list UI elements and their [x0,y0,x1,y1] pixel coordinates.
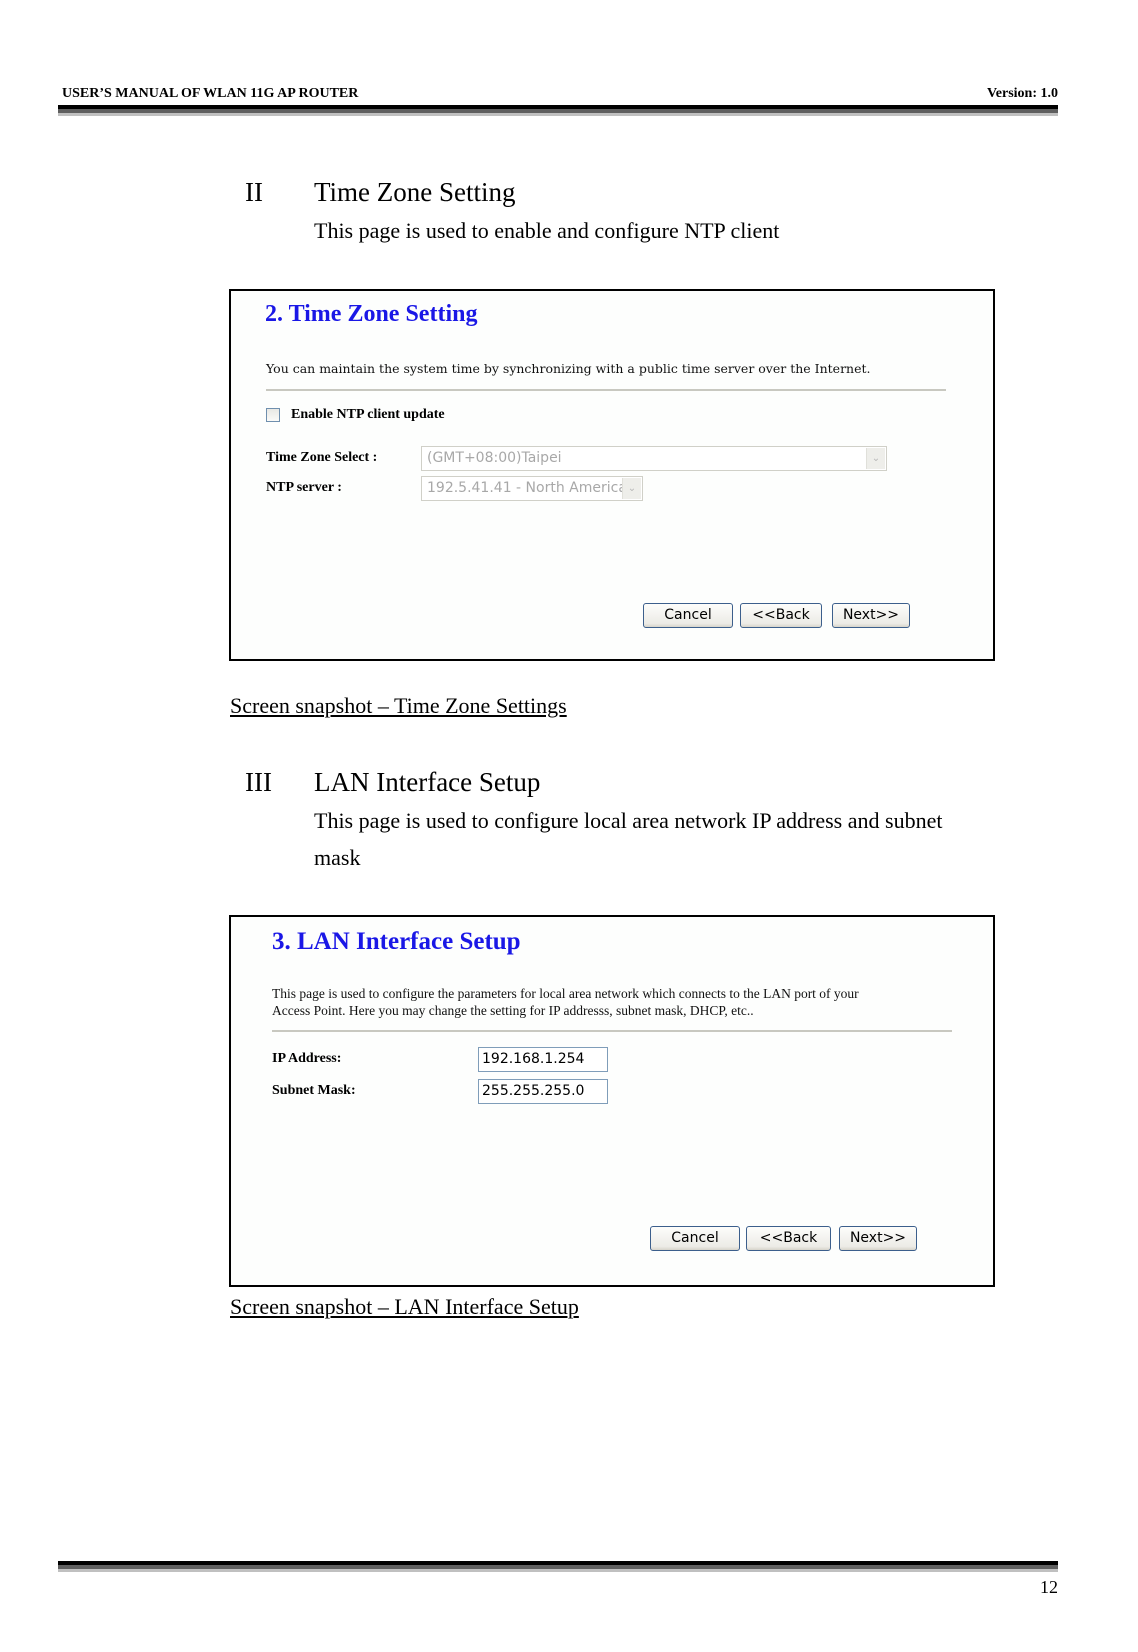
section-title: Time Zone Setting [314,177,516,207]
subnet-mask-label: Subnet Mask: [272,1083,356,1098]
chevron-down-icon[interactable]: ⌄ [866,448,885,469]
divider [266,389,946,391]
panel-intro: You can maintain the system time by sync… [266,361,871,376]
subnet-mask-input[interactable]: 255.255.255.0 [478,1079,608,1104]
screenshot-caption: Screen snapshot – LAN Interface Setup [230,1294,579,1319]
back-button[interactable]: <<Back [740,603,822,628]
section-description: This page is used to enable and configur… [314,218,780,243]
footer-rule [58,1561,1058,1572]
enable-ntp-label: Enable NTP client update [291,407,445,422]
time-zone-value: (GMT+08:00)Taipei [427,450,562,466]
chevron-down-icon[interactable]: ⌄ [622,478,641,499]
panel-title: 3. LAN Interface Setup [272,928,521,955]
lan-setup-screenshot: 3. LAN Interface Setup This page is used… [229,915,995,1287]
divider [272,1030,952,1032]
ntp-server-value: 192.5.41.41 - North America [427,480,627,496]
next-button[interactable]: Next>> [839,1226,917,1251]
page-number: 12 [1040,1577,1058,1597]
section-description: This page is used to configure local are… [314,808,943,833]
manual-title: USER’S MANUAL OF WLAN 11G AP ROUTER [62,86,359,101]
time-zone-select[interactable]: (GMT+08:00)Taipei ⌄ [421,446,887,471]
enable-ntp-checkbox[interactable] [266,408,280,422]
back-button[interactable]: <<Back [746,1226,831,1251]
panel-intro: This page is used to configure the param… [272,986,859,1001]
cancel-button[interactable]: Cancel [650,1226,740,1251]
time-zone-label: Time Zone Select : [266,450,378,465]
cancel-button[interactable]: Cancel [643,603,733,628]
section-description-cont: mask [314,845,361,870]
panel-intro-cont: Access Point. Here you may change the se… [272,1003,754,1018]
next-button[interactable]: Next>> [832,603,910,628]
ntp-server-select[interactable]: 192.5.41.41 - North America ⌄ [421,476,643,501]
ip-address-input[interactable]: 192.168.1.254 [478,1047,608,1072]
version-label: Version: 1.0 [986,86,1058,101]
time-zone-screenshot: 2. Time Zone Setting You can maintain th… [229,289,995,661]
header-rule [58,105,1058,116]
ntp-server-label: NTP server : [266,480,342,495]
section-title: LAN Interface Setup [314,767,541,797]
panel-title: 2. Time Zone Setting [265,301,478,327]
ip-address-label: IP Address: [272,1051,342,1066]
section-number: III [245,767,272,797]
screenshot-caption: Screen snapshot – Time Zone Settings [230,693,567,718]
section-number: II [245,177,263,207]
